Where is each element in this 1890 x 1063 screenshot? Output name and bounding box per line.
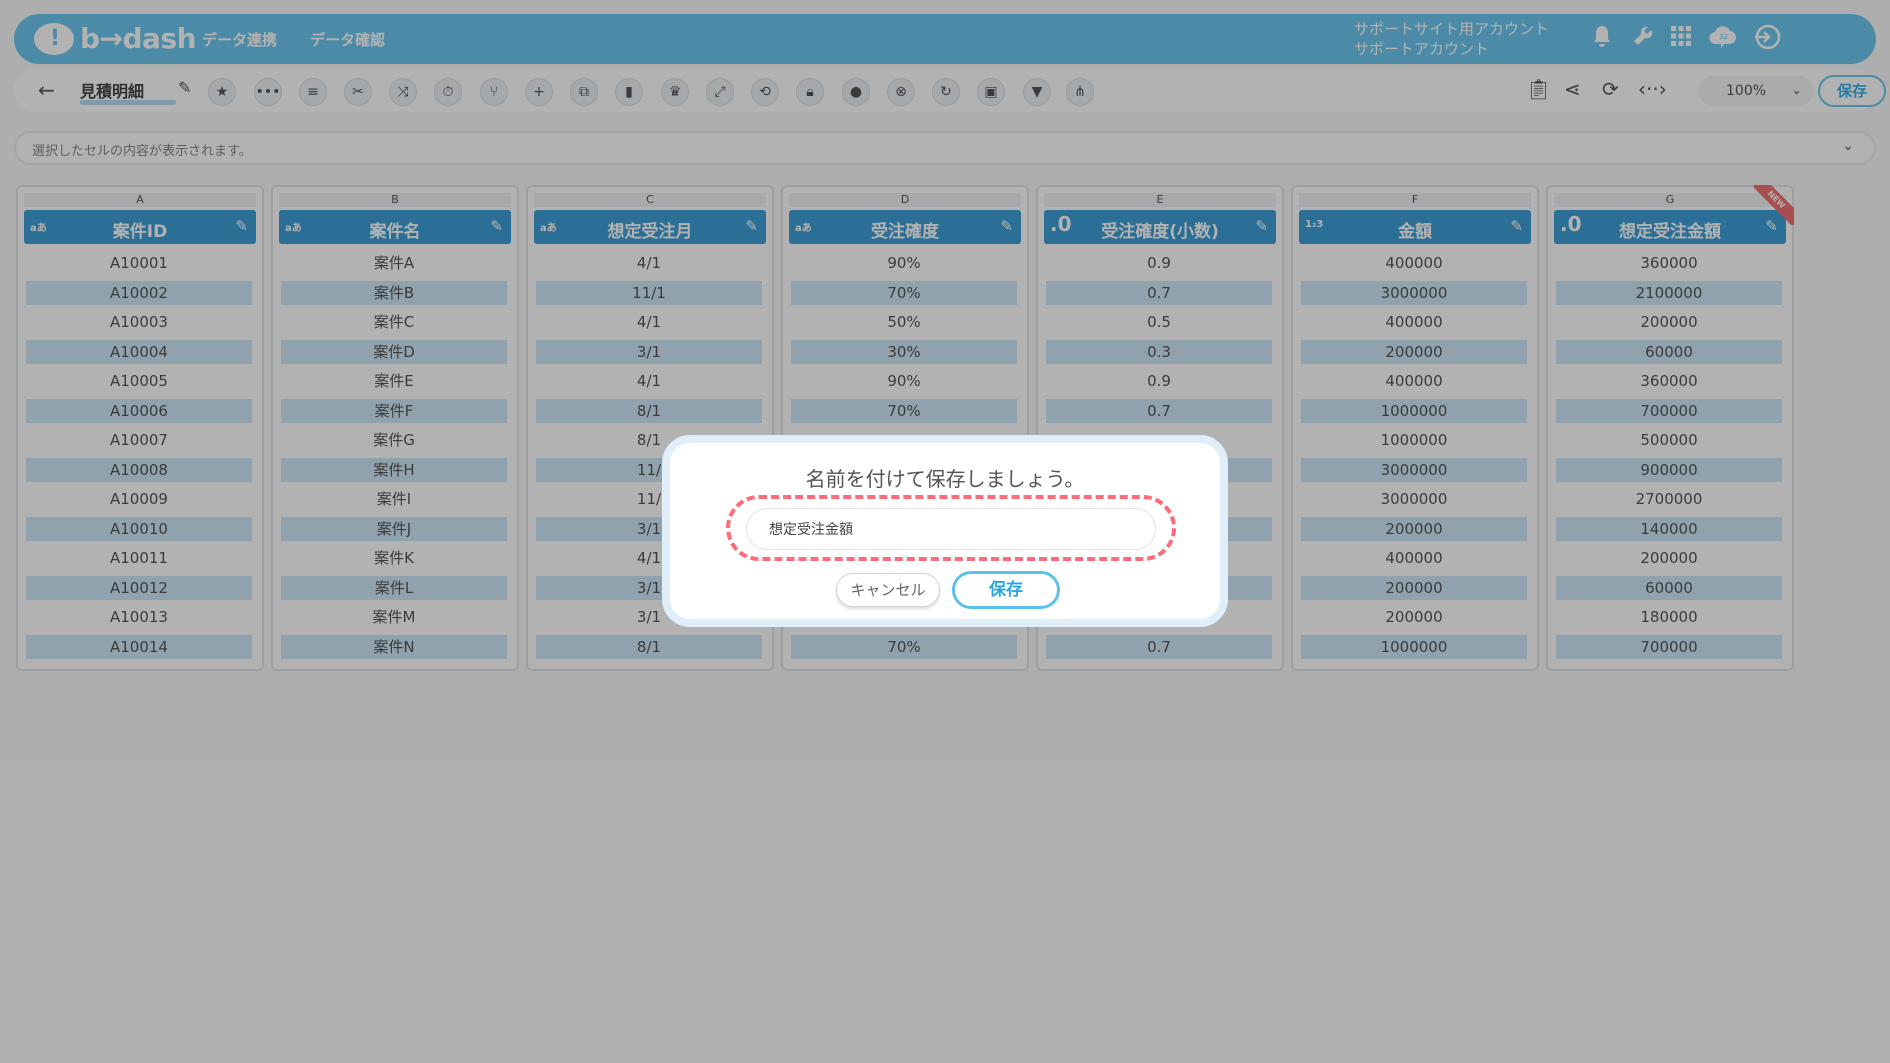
- cancel-button[interactable]: キャンセル: [836, 573, 940, 607]
- dialog-save-button[interactable]: 保存: [952, 571, 1060, 609]
- name-input[interactable]: [746, 508, 1156, 550]
- save-name-dialog: 名前を付けて保存しましょう。 キャンセル 保存: [662, 435, 1228, 627]
- dialog-title: 名前を付けて保存しましょう。: [805, 467, 1085, 491]
